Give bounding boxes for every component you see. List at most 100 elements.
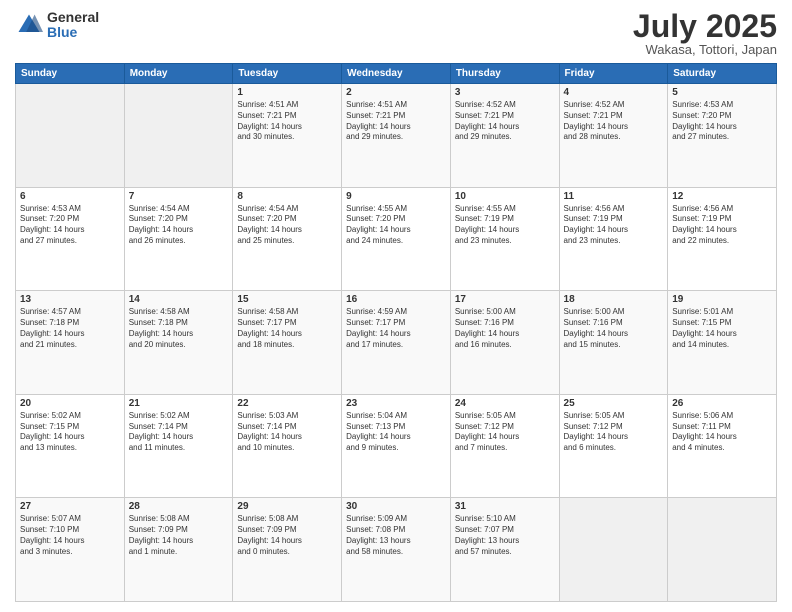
day-info: Sunrise: 4:59 AM Sunset: 7:17 PM Dayligh…	[346, 307, 446, 350]
calendar-cell	[124, 84, 233, 188]
day-number: 10	[455, 191, 555, 202]
calendar-cell	[559, 498, 668, 602]
day-info: Sunrise: 4:53 AM Sunset: 7:20 PM Dayligh…	[20, 204, 120, 247]
day-number: 11	[564, 191, 664, 202]
day-number: 19	[672, 294, 772, 305]
day-number: 20	[20, 398, 120, 409]
calendar-cell: 24 Sunrise: 5:05 AM Sunset: 7:12 PM Dayli…	[450, 394, 559, 498]
day-number: 30	[346, 501, 446, 512]
calendar-cell: 26Sunrise: 5:06 AM Sunset: 7:11 PM Dayli…	[668, 394, 777, 498]
day-number: 12	[672, 191, 772, 202]
day-info: Sunrise: 5:00 AM Sunset: 7:16 PM Dayligh…	[455, 307, 555, 350]
weekday-header-friday: Friday	[559, 64, 668, 84]
day-number: 15	[237, 294, 337, 305]
calendar-cell: 5Sunrise: 4:53 AM Sunset: 7:20 PM Daylig…	[668, 84, 777, 188]
title-section: July 2025 Wakasa, Tottori, Japan	[633, 10, 777, 57]
day-info: Sunrise: 5:00 AM Sunset: 7:16 PM Dayligh…	[564, 307, 664, 350]
calendar-week-5: 27Sunrise: 5:07 AM Sunset: 7:10 PM Dayli…	[16, 498, 777, 602]
calendar-cell: 27Sunrise: 5:07 AM Sunset: 7:10 PM Dayli…	[16, 498, 125, 602]
day-number: 27	[20, 501, 120, 512]
calendar-cell: 14 Sunrise: 4:58 AM Sunset: 7:18 PM Dayli…	[124, 291, 233, 395]
calendar-cell: 17 Sunrise: 5:00 AM Sunset: 7:16 PM Dayli…	[450, 291, 559, 395]
day-number: 28	[129, 501, 229, 512]
calendar-cell	[668, 498, 777, 602]
logo: General Blue	[15, 10, 99, 41]
day-number: 14	[129, 294, 229, 305]
day-number: 25	[564, 398, 664, 409]
calendar-week-1: 1 Sunrise: 4:51 AM Sunset: 7:21 PM Daylig…	[16, 84, 777, 188]
day-info: Sunrise: 4:55 AM Sunset: 7:19 PM Dayligh…	[455, 204, 555, 247]
day-info: Sunrise: 4:58 AM Sunset: 7:17 PM Dayligh…	[237, 307, 337, 350]
page: General Blue July 2025 Wakasa, Tottori, …	[0, 0, 792, 612]
logo-text: General Blue	[47, 10, 99, 41]
calendar-cell: 3Sunrise: 4:52 AM Sunset: 7:21 PM Daylig…	[450, 84, 559, 188]
day-number: 24	[455, 398, 555, 409]
day-info: Sunrise: 5:03 AM Sunset: 7:14 PM Dayligh…	[237, 411, 337, 454]
calendar-cell: 29 Sunrise: 5:08 AM Sunset: 7:09 PM Dayli…	[233, 498, 342, 602]
calendar-week-3: 13Sunrise: 4:57 AM Sunset: 7:18 PM Dayli…	[16, 291, 777, 395]
weekday-header-tuesday: Tuesday	[233, 64, 342, 84]
logo-blue-text: Blue	[47, 25, 99, 40]
weekday-header-saturday: Saturday	[668, 64, 777, 84]
day-number: 4	[564, 87, 664, 98]
calendar-cell: 4 Sunrise: 4:52 AM Sunset: 7:21 PM Daylig…	[559, 84, 668, 188]
weekday-header-row: SundayMondayTuesdayWednesdayThursdayFrid…	[16, 64, 777, 84]
day-info: Sunrise: 4:54 AM Sunset: 7:20 PM Dayligh…	[129, 204, 229, 247]
day-info: Sunrise: 5:08 AM Sunset: 7:09 PM Dayligh…	[129, 514, 229, 557]
weekday-header-monday: Monday	[124, 64, 233, 84]
calendar-cell: 15 Sunrise: 4:58 AM Sunset: 7:17 PM Dayli…	[233, 291, 342, 395]
day-info: Sunrise: 5:04 AM Sunset: 7:13 PM Dayligh…	[346, 411, 446, 454]
calendar-cell: 11 Sunrise: 4:56 AM Sunset: 7:19 PM Dayli…	[559, 187, 668, 291]
day-number: 13	[20, 294, 120, 305]
day-info: Sunrise: 5:09 AM Sunset: 7:08 PM Dayligh…	[346, 514, 446, 557]
calendar-cell: 9Sunrise: 4:55 AM Sunset: 7:20 PM Daylig…	[342, 187, 451, 291]
calendar-cell: 2Sunrise: 4:51 AM Sunset: 7:21 PM Daylig…	[342, 84, 451, 188]
day-info: Sunrise: 4:58 AM Sunset: 7:18 PM Dayligh…	[129, 307, 229, 350]
calendar-cell: 19 Sunrise: 5:01 AM Sunset: 7:15 PM Dayli…	[668, 291, 777, 395]
calendar-cell: 12 Sunrise: 4:56 AM Sunset: 7:19 PM Dayli…	[668, 187, 777, 291]
day-info: Sunrise: 5:05 AM Sunset: 7:12 PM Dayligh…	[564, 411, 664, 454]
calendar-cell: 30 Sunrise: 5:09 AM Sunset: 7:08 PM Dayli…	[342, 498, 451, 602]
calendar-cell: 28 Sunrise: 5:08 AM Sunset: 7:09 PM Dayli…	[124, 498, 233, 602]
calendar-cell: 10 Sunrise: 4:55 AM Sunset: 7:19 PM Dayli…	[450, 187, 559, 291]
calendar-cell: 20Sunrise: 5:02 AM Sunset: 7:15 PM Dayli…	[16, 394, 125, 498]
day-info: Sunrise: 5:01 AM Sunset: 7:15 PM Dayligh…	[672, 307, 772, 350]
day-number: 16	[346, 294, 446, 305]
calendar-cell	[16, 84, 125, 188]
day-number: 6	[20, 191, 120, 202]
day-info: Sunrise: 4:51 AM Sunset: 7:21 PM Dayligh…	[237, 100, 337, 143]
calendar-cell: 8Sunrise: 4:54 AM Sunset: 7:20 PM Daylig…	[233, 187, 342, 291]
logo-icon	[15, 11, 43, 39]
day-info: Sunrise: 4:56 AM Sunset: 7:19 PM Dayligh…	[672, 204, 772, 247]
calendar-cell: 6 Sunrise: 4:53 AM Sunset: 7:20 PM Daylig…	[16, 187, 125, 291]
day-info: Sunrise: 5:08 AM Sunset: 7:09 PM Dayligh…	[237, 514, 337, 557]
calendar-week-4: 20Sunrise: 5:02 AM Sunset: 7:15 PM Dayli…	[16, 394, 777, 498]
day-info: Sunrise: 5:10 AM Sunset: 7:07 PM Dayligh…	[455, 514, 555, 557]
day-number: 26	[672, 398, 772, 409]
day-number: 29	[237, 501, 337, 512]
day-info: Sunrise: 4:52 AM Sunset: 7:21 PM Dayligh…	[455, 100, 555, 143]
location: Wakasa, Tottori, Japan	[633, 42, 777, 57]
calendar-cell: 25 Sunrise: 5:05 AM Sunset: 7:12 PM Dayli…	[559, 394, 668, 498]
logo-general: General	[47, 10, 99, 25]
day-info: Sunrise: 4:52 AM Sunset: 7:21 PM Dayligh…	[564, 100, 664, 143]
calendar-table: SundayMondayTuesdayWednesdayThursdayFrid…	[15, 63, 777, 602]
day-number: 1	[237, 87, 337, 98]
calendar-cell: 13Sunrise: 4:57 AM Sunset: 7:18 PM Dayli…	[16, 291, 125, 395]
day-info: Sunrise: 5:05 AM Sunset: 7:12 PM Dayligh…	[455, 411, 555, 454]
day-info: Sunrise: 5:02 AM Sunset: 7:14 PM Dayligh…	[129, 411, 229, 454]
weekday-header-sunday: Sunday	[16, 64, 125, 84]
day-number: 17	[455, 294, 555, 305]
day-number: 9	[346, 191, 446, 202]
day-number: 8	[237, 191, 337, 202]
weekday-header-thursday: Thursday	[450, 64, 559, 84]
day-number: 5	[672, 87, 772, 98]
calendar-cell: 18Sunrise: 5:00 AM Sunset: 7:16 PM Dayli…	[559, 291, 668, 395]
day-number: 31	[455, 501, 555, 512]
day-number: 21	[129, 398, 229, 409]
day-info: Sunrise: 4:51 AM Sunset: 7:21 PM Dayligh…	[346, 100, 446, 143]
calendar-cell: 22Sunrise: 5:03 AM Sunset: 7:14 PM Dayli…	[233, 394, 342, 498]
calendar-cell: 1 Sunrise: 4:51 AM Sunset: 7:21 PM Daylig…	[233, 84, 342, 188]
day-number: 23	[346, 398, 446, 409]
day-info: Sunrise: 4:56 AM Sunset: 7:19 PM Dayligh…	[564, 204, 664, 247]
